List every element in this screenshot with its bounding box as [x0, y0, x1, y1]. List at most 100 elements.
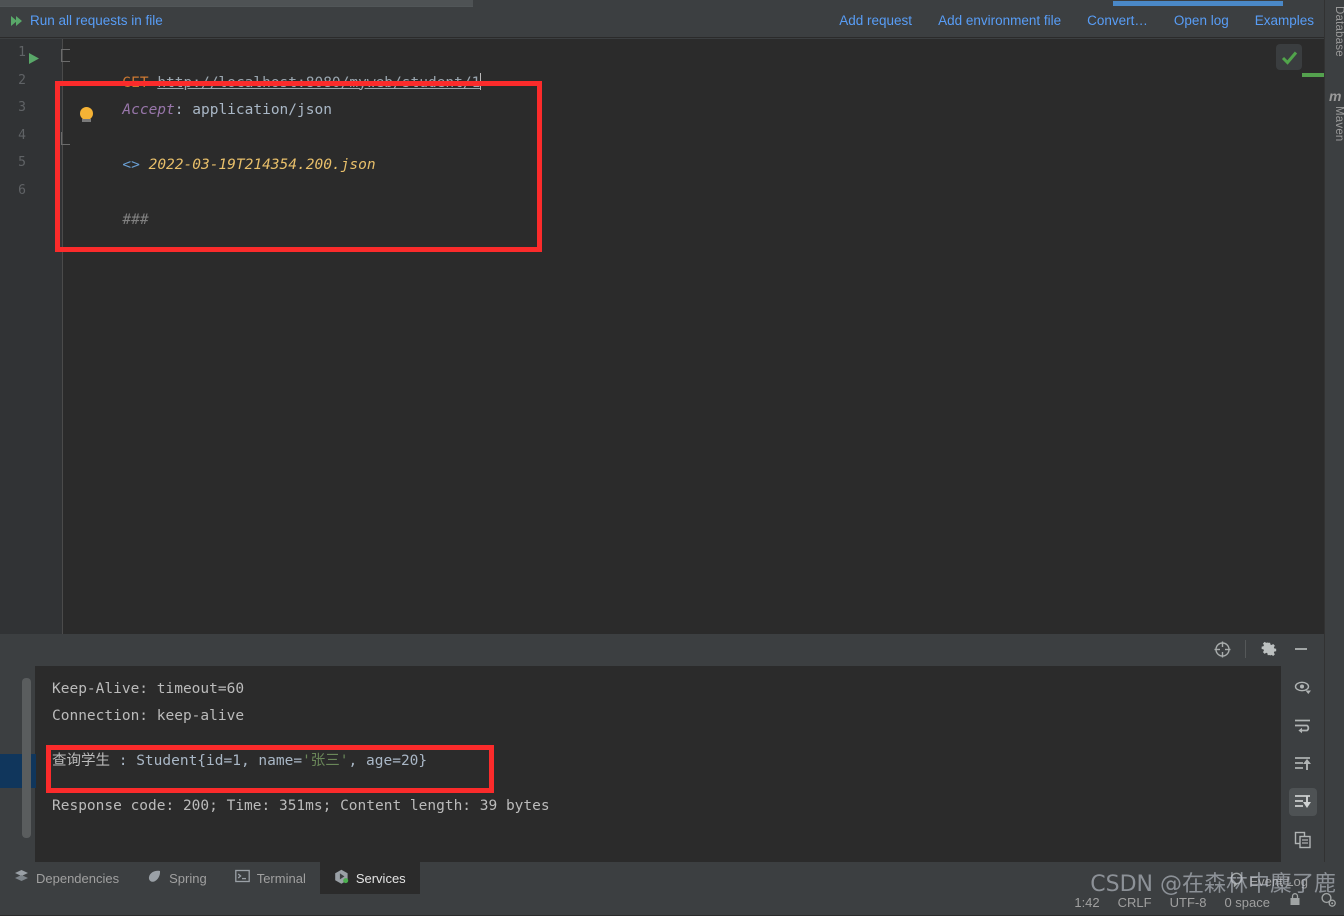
console-line-response-summary: Response code: 200; Time: 351ms; Content…: [52, 798, 550, 814]
bottom-tab-spring[interactable]: Spring: [133, 862, 221, 894]
locate-target-icon[interactable]: [1213, 640, 1231, 658]
http-toolbar-links: Add request Add environment file Convert…: [839, 13, 1314, 28]
bottom-tab-label: Services: [355, 870, 406, 886]
right-tool-window-strip: Database m Maven: [1324, 0, 1344, 862]
bottom-tool-window-tabs: Dependencies Spring Terminal Services: [0, 862, 420, 894]
gear-icon[interactable]: [1260, 640, 1278, 658]
student-age-key: , age=: [348, 753, 401, 769]
gutter-row: 1: [0, 39, 62, 67]
bottom-tab-label: Terminal: [256, 870, 306, 886]
status-bar: Dependencies Spring Terminal Services Ev…: [0, 862, 1344, 916]
console-header-icons: [1213, 640, 1310, 658]
run-all-requests-button[interactable]: Run all requests in file: [10, 13, 163, 28]
scroll-up-icon[interactable]: [1289, 750, 1317, 778]
bottom-tab-label: Dependencies: [36, 870, 120, 886]
student-name-key: , name=: [240, 753, 303, 769]
maven-m-icon: m: [1329, 88, 1342, 104]
console-line: Keep-Alive: timeout=60: [52, 681, 245, 697]
bottom-tab-dependencies[interactable]: Dependencies: [0, 862, 133, 894]
services-tree-scrollbar[interactable]: [22, 678, 31, 838]
console-header-toolbar: [0, 634, 1324, 666]
request-separator-comment: ###: [122, 212, 149, 228]
lock-icon[interactable]: [1288, 892, 1302, 910]
log-separator: :: [110, 753, 137, 769]
gutter-row: 6: [0, 177, 62, 205]
fold-marker-icon[interactable]: [61, 49, 70, 62]
services-play-icon: [334, 869, 349, 887]
student-id-value: 1: [232, 753, 241, 769]
indent-indicator[interactable]: 0 space: [1224, 895, 1270, 910]
console-line: Connection: keep-alive: [52, 708, 245, 724]
gutter-row: 4: [0, 122, 62, 150]
line-number: 1: [18, 45, 26, 60]
event-log-button[interactable]: Event Log: [1229, 872, 1308, 890]
gutter-row: 2: [0, 67, 62, 95]
tool-button-maven[interactable]: Maven: [1325, 106, 1344, 142]
student-age-value: 20: [400, 753, 419, 769]
line-number: 5: [18, 155, 26, 170]
editor-gutter[interactable]: 1 2 3 4 5 6: [0, 39, 63, 634]
terminal-icon: [234, 869, 250, 887]
student-name-value: '张三': [302, 753, 349, 769]
active-tool-tab-indicator: [1113, 1, 1283, 6]
soft-wrap-icon[interactable]: [1289, 712, 1317, 740]
line-number: 2: [18, 72, 26, 88]
student-object-close: }: [418, 753, 428, 769]
add-environment-file-link[interactable]: Add environment file: [938, 13, 1061, 28]
top-tab-strip: [0, 0, 1344, 8]
line-number: 3: [18, 100, 26, 115]
copy-icon[interactable]: [1289, 826, 1317, 854]
editor-tab-remnant[interactable]: [0, 0, 473, 7]
line-number: 6: [18, 182, 26, 198]
code-line-response-ref[interactable]: <> 2022-03-19T214354.200.json: [61, 125, 1280, 173]
status-bar-right: 1:42 CRLF UTF-8 0 space: [1074, 891, 1336, 910]
code-line-request[interactable]: GET http://localhost:8080/myweb/student/…: [61, 42, 1280, 91]
caret-position[interactable]: 1:42: [1074, 895, 1099, 910]
console-side-toolbar: [1280, 666, 1324, 862]
services-console-panel: Keep-Alive: timeout=60 Connection: keep-…: [0, 634, 1324, 862]
tool-button-database[interactable]: Database: [1325, 6, 1344, 57]
bottom-tab-services[interactable]: Services: [319, 862, 420, 894]
code-content[interactable]: GET http://localhost:8080/myweb/student/…: [61, 39, 1280, 634]
run-all-requests-label: Run all requests in file: [30, 13, 163, 28]
console-output[interactable]: Keep-Alive: timeout=60 Connection: keep-…: [36, 666, 1280, 862]
convert-link[interactable]: Convert…: [1087, 13, 1148, 28]
line-separator-indicator[interactable]: CRLF: [1118, 895, 1152, 910]
services-tree-panel[interactable]: [0, 666, 36, 862]
intention-bulb-icon[interactable]: [80, 107, 95, 122]
event-log-label: Event Log: [1249, 873, 1308, 889]
http-client-toolbar: Run all requests in file Add request Add…: [0, 8, 1324, 38]
gutter-row: 5: [0, 149, 62, 177]
code-line-header[interactable]: Accept: application/json: [63, 70, 1280, 118]
line-number: 4: [18, 127, 26, 143]
bottom-tab-terminal[interactable]: Terminal: [221, 862, 320, 894]
fold-marker-end-icon[interactable]: [61, 131, 70, 145]
code-line-blank[interactable]: [63, 97, 1280, 125]
spring-leaf-icon: [147, 869, 162, 887]
inspection-marker[interactable]: [1302, 73, 1326, 77]
eye-filter-icon[interactable]: [1289, 674, 1317, 702]
scroll-down-icon[interactable]: [1288, 788, 1317, 816]
minimize-icon[interactable]: [1292, 640, 1310, 658]
double-play-icon: [10, 14, 24, 28]
open-log-link[interactable]: Open log: [1174, 13, 1229, 28]
add-request-link[interactable]: Add request: [839, 13, 912, 28]
green-check-icon[interactable]: [1276, 44, 1302, 70]
event-log-balloon-icon: [1229, 872, 1244, 890]
gutter-row: 3: [0, 94, 62, 122]
examples-link[interactable]: Examples: [1255, 13, 1314, 28]
editor-marker-track[interactable]: [1302, 39, 1326, 634]
student-object-open: Student{id=: [136, 753, 233, 769]
toolbar-divider: [1245, 640, 1246, 658]
code-editor[interactable]: 1 2 3 4 5 6 GET http://localhost:8080/my…: [0, 39, 1326, 634]
log-prefix-text: 查询学生: [52, 753, 110, 769]
encoding-indicator[interactable]: UTF-8: [1170, 895, 1207, 910]
layers-icon: [14, 869, 29, 887]
inspections-gear-icon[interactable]: [1320, 891, 1336, 910]
bottom-tab-label: Spring: [169, 870, 207, 886]
console-line-student-result: 查询学生 : Student{id=1, name='张三', age=20}: [52, 748, 1280, 775]
code-line-comment[interactable]: ###: [63, 180, 1280, 228]
code-line-blank[interactable]: [63, 152, 1280, 180]
